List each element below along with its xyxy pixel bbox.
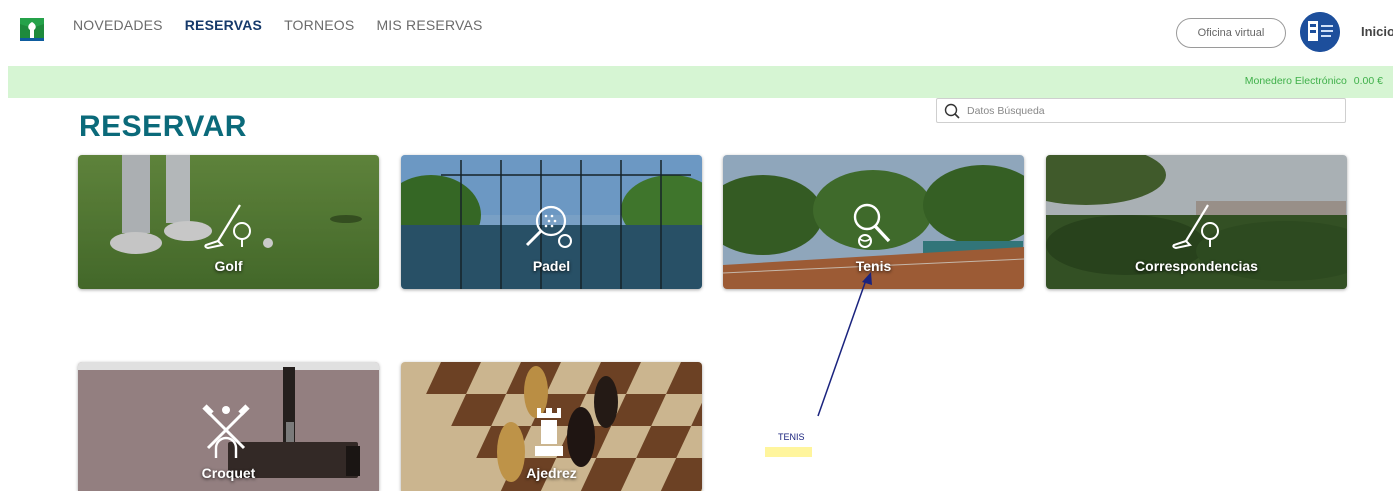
wallet-bar: Monedero Electrónico 0.00 €: [8, 66, 1393, 98]
search-box: [936, 98, 1346, 123]
wallet-amount: 0.00 €: [1353, 75, 1383, 87]
nav-novedades[interactable]: NOVEDADES: [73, 17, 163, 33]
chess-rook-icon: [535, 408, 563, 456]
golf-icon: [204, 204, 251, 250]
annotation-highlight: [765, 447, 812, 457]
page-title: RESERVAR: [79, 110, 247, 143]
page-root: NOVEDADES RESERVAS TORNEOS MIS RESERVAS …: [0, 0, 1393, 491]
main-nav: NOVEDADES RESERVAS TORNEOS MIS RESERVAS: [73, 17, 505, 33]
tennis-racket-icon: [853, 203, 891, 248]
card-label-ajedrez: Ajedrez: [526, 465, 577, 481]
card-tenis[interactable]: Tenis: [723, 155, 1024, 289]
card-padel[interactable]: Padel: [401, 155, 702, 289]
search-icon[interactable]: [941, 100, 963, 122]
wallet-label: Monedero Electrónico: [1244, 75, 1347, 87]
card-correspondencias[interactable]: Correspondencias: [1046, 155, 1347, 289]
club-logo-icon[interactable]: [18, 14, 48, 44]
padel-racket-icon: [525, 205, 572, 248]
search-input[interactable]: [967, 104, 1327, 117]
inicio-link[interactable]: Inicio: [1361, 24, 1393, 39]
oficina-virtual-button[interactable]: Oficina virtual: [1176, 18, 1286, 48]
card-croquet[interactable]: Croquet: [78, 362, 379, 491]
card-golf[interactable]: Golf: [78, 155, 379, 289]
nav-reservas[interactable]: RESERVAS: [185, 17, 262, 33]
annotation-label: TENIS: [778, 432, 805, 442]
card-label-tenis: Tenis: [855, 258, 892, 274]
nav-mis-reservas[interactable]: MIS RESERVAS: [376, 17, 482, 33]
wallet-info[interactable]: Monedero Electrónico 0.00 €: [1241, 75, 1383, 87]
nav-torneos[interactable]: TORNEOS: [284, 17, 354, 33]
card-label-golf: Golf: [214, 258, 243, 274]
club-badge-icon[interactable]: [1300, 12, 1340, 52]
golf-icon: [1172, 204, 1219, 250]
card-ajedrez[interactable]: Ajedrez: [401, 362, 702, 491]
card-label-correspondencias: Correspondencias: [1135, 258, 1258, 274]
croquet-mallets-icon: [202, 404, 250, 458]
card-label-padel: Padel: [532, 258, 571, 274]
card-label-croquet: Croquet: [201, 465, 256, 481]
